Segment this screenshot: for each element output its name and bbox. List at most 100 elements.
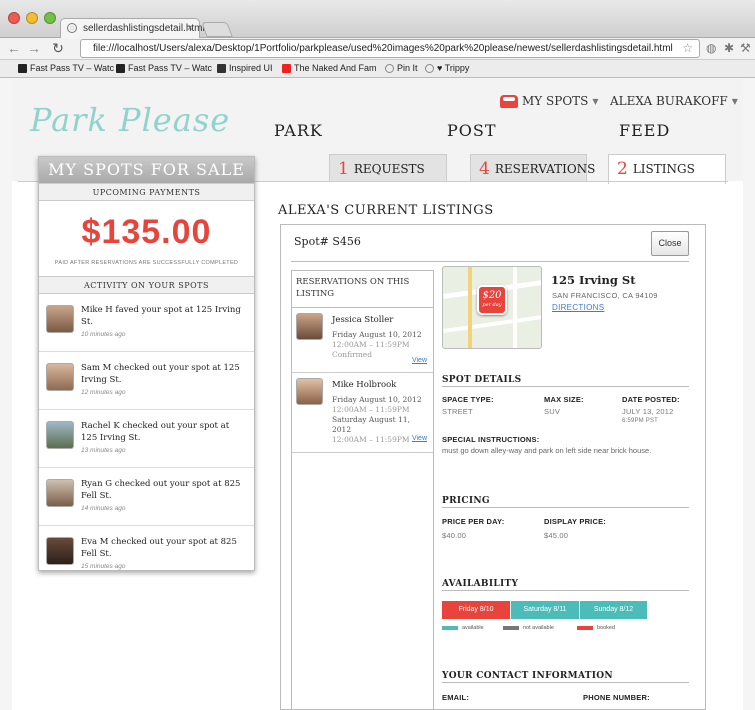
extension-icon[interactable]: ◍ — [706, 41, 716, 55]
list-item[interactable]: Rachel K checked out your spot at 125 Ir… — [39, 410, 254, 468]
list-item[interactable]: Ryan G checked out your spot at 825 Fell… — [39, 468, 254, 526]
legend-not-available: not available — [503, 625, 554, 631]
tab-close-icon[interactable]: × — [187, 19, 193, 38]
swatch-icon — [503, 626, 519, 630]
activity-time: 15 minutes ago — [81, 563, 126, 570]
sidebar-title: MY SPOTS FOR SALE — [39, 157, 254, 183]
nav-post[interactable]: POST — [447, 121, 497, 140]
activity-label: ACTIVITY ON YOUR SPOTS — [39, 276, 254, 294]
activity-time: 13 minutes ago — [81, 447, 126, 454]
space-type-value: STREET — [442, 407, 473, 416]
back-icon[interactable]: ← — [6, 40, 22, 56]
logo[interactable]: Park Please — [30, 101, 230, 139]
globe-icon — [425, 63, 434, 73]
view-link[interactable]: View — [412, 357, 427, 364]
bookmark-item[interactable]: Inspired UI — [217, 63, 273, 73]
avatar — [296, 313, 323, 340]
paid-note: PAID AFTER RESERVATIONS ARE SUCCESSFULLY… — [54, 260, 239, 266]
spot-number: Spot# S456 — [294, 235, 361, 248]
map-thumbnail[interactable]: $20 per day — [442, 266, 542, 349]
view-link[interactable]: View — [412, 435, 427, 442]
divider — [291, 261, 689, 262]
close-window-button[interactable] — [8, 12, 20, 24]
chevron-down-icon: ▼ — [731, 96, 738, 106]
fastpass-icon — [18, 63, 27, 73]
tab-reservations[interactable]: 4 RESERVATIONS — [470, 154, 595, 182]
instructions-text: must go down alley-way and park on left … — [442, 446, 652, 455]
tab-label: LISTINGS — [632, 162, 695, 176]
space-type-label: SPACE TYPE: — [442, 395, 494, 404]
car-icon — [500, 94, 518, 108]
availability-day[interactable]: Sunday 8/12 — [579, 601, 647, 619]
nav-feed[interactable]: FEED — [619, 121, 670, 140]
bookmarks-bar: Fast Pass TV – Watc Fast Pass TV – Watc … — [0, 60, 755, 78]
user-name: ALEXA BURAKOFF — [610, 94, 728, 108]
close-button[interactable]: Close — [651, 231, 689, 256]
nav-park[interactable]: PARK — [274, 121, 323, 140]
activity-time: 14 minutes ago — [81, 505, 126, 512]
reload-icon[interactable]: ↻ — [50, 40, 66, 57]
puzzle-icon[interactable]: ✱ — [724, 41, 734, 55]
list-item[interactable]: Mike H faved your spot at 125 Irving St.… — [39, 294, 254, 352]
map-road — [513, 267, 517, 348]
sidebar: MY SPOTS FOR SALE UPCOMING PAYMENTS $135… — [38, 156, 255, 571]
reservation-item[interactable]: Jessica Stoller Friday August 10, 2012 1… — [292, 308, 433, 373]
divider — [442, 682, 689, 683]
availability-day[interactable]: Saturday 8/11 — [510, 601, 579, 619]
map-price-marker: $20 per day — [477, 285, 507, 315]
bookmark-item[interactable]: The Naked And Fam — [282, 63, 377, 73]
max-size-value: SUV — [544, 407, 561, 416]
minimize-window-button[interactable] — [26, 12, 38, 24]
max-size-label: MAX SIZE: — [544, 395, 584, 404]
bookmark-star-icon[interactable]: ☆ — [682, 40, 693, 57]
zoom-window-button[interactable] — [44, 12, 56, 24]
bookmark-item[interactable]: Pin It — [385, 63, 418, 73]
price-per-day-label: PRICE PER DAY: — [442, 517, 505, 526]
address-bar[interactable]: file:///localhost/Users/alexa/Desktop/1P… — [80, 39, 700, 58]
my-spots-menu[interactable]: MY SPOTS ▼ — [500, 94, 599, 108]
new-tab-button[interactable] — [201, 22, 233, 37]
inspired-ui-icon — [217, 63, 226, 73]
legend-label: available — [462, 625, 484, 631]
browser-window: ◌ sellerdashlistingsdetail.html × ← → ↻ … — [0, 0, 755, 710]
browser-tab[interactable]: ◌ sellerdashlistingsdetail.html × — [60, 18, 205, 38]
title-bar: ◌ sellerdashlistingsdetail.html × — [0, 0, 755, 38]
list-item[interactable]: Sam M checked out your spot at 125 Irvin… — [39, 352, 254, 410]
date-posted-label: DATE POSTED: — [622, 395, 680, 404]
user-menu[interactable]: ALEXA BURAKOFF ▼ — [610, 94, 738, 108]
reservation-time: 12:00AM – 11:59PM — [332, 405, 410, 414]
reservation-date: Saturday August 11, 2012 — [332, 415, 410, 434]
bookmark-item[interactable]: Fast Pass TV – Watc — [18, 63, 114, 73]
legend-available: available — [442, 625, 484, 631]
map-price-sub: per day — [482, 302, 502, 308]
bookmark-item[interactable]: Fast Pass TV – Watc — [116, 63, 212, 73]
directions-link[interactable]: DIRECTIONS — [552, 303, 604, 312]
reservation-item[interactable]: Mike Holbrook Friday August 10, 2012 12:… — [292, 373, 433, 453]
tab-requests[interactable]: 1 REQUESTS — [329, 154, 447, 182]
reservation-date: Friday August 10, 2012 — [332, 395, 422, 404]
avatar — [46, 421, 74, 449]
divider — [442, 507, 689, 508]
avatar — [46, 537, 74, 565]
forward-icon[interactable]: → — [26, 40, 42, 56]
instructions-label: SPECIAL INSTRUCTIONS: — [442, 435, 540, 444]
url-text: file:///localhost/Users/alexa/Desktop/1P… — [93, 43, 673, 54]
tab-listings[interactable]: 2 LISTINGS — [608, 154, 726, 184]
avatar — [46, 363, 74, 391]
bookmark-item[interactable]: ♥ Trippy — [425, 63, 469, 73]
map-price: $20 — [482, 290, 502, 301]
divider — [442, 590, 689, 591]
swatch-icon — [577, 626, 593, 630]
date-posted-value: JULY 13, 2012 — [622, 407, 674, 416]
legend-label: not available — [523, 625, 554, 631]
activity-text: Sam M checked out your spot at 125 Irvin… — [81, 363, 240, 385]
list-item[interactable]: Eva M checked out your spot at 825 Fell … — [39, 526, 254, 584]
reservation-time: 12:00AM – 11:59PM — [332, 340, 410, 349]
display-price-label: DISPLAY PRICE: — [544, 517, 606, 526]
chevron-down-icon: ▼ — [592, 96, 599, 106]
reservation-date: Friday August 10, 2012 — [332, 330, 422, 339]
wrench-icon[interactable]: ⚒ — [740, 41, 751, 55]
availability-calendar: Friday 8/10 Saturday 8/11 Sunday 8/12 — [442, 601, 647, 619]
availability-day[interactable]: Friday 8/10 — [442, 601, 510, 619]
avatar — [46, 479, 74, 507]
